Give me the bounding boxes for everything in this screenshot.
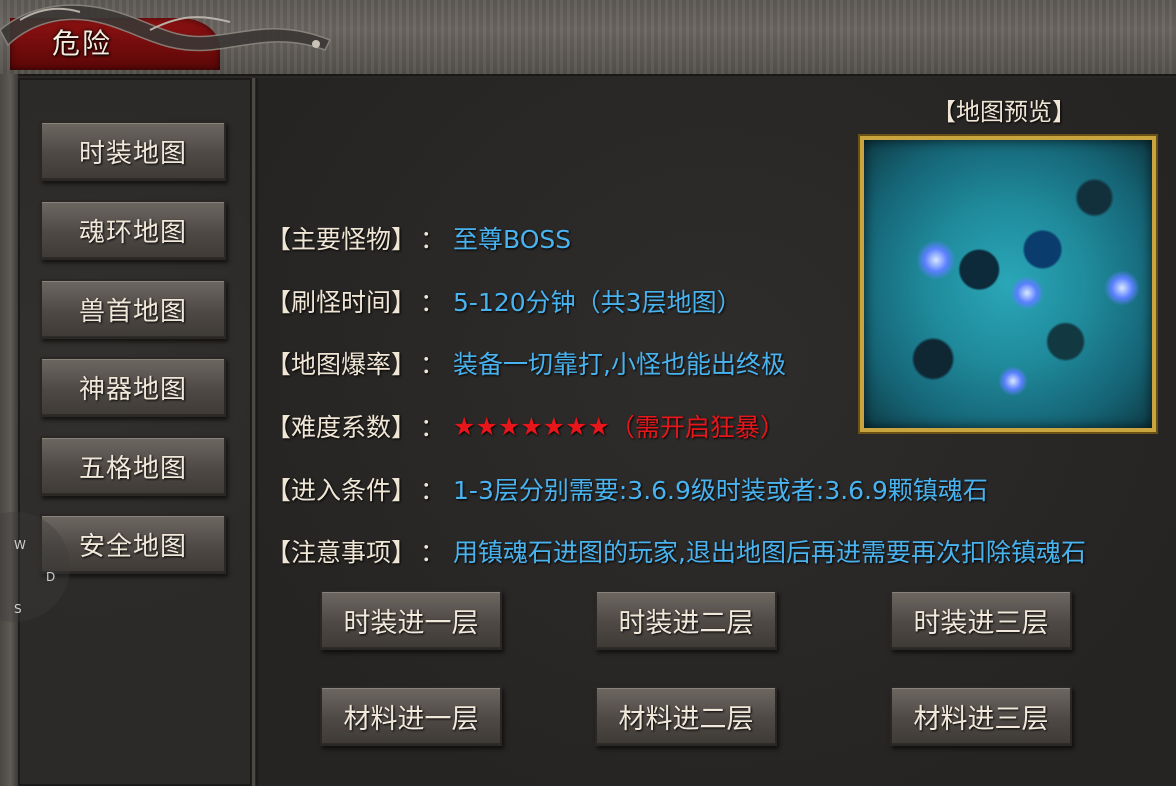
entry-label: 【进入条件】 xyxy=(266,476,417,505)
separator: ： xyxy=(420,288,446,317)
portal-glow-icon xyxy=(1104,270,1140,306)
portal-glow-icon xyxy=(1010,276,1044,310)
difficulty-note: （需开启狂暴） xyxy=(609,413,785,442)
notice-label: 【注意事项】 xyxy=(266,538,417,567)
refresh-label: 【刷怪时间】 xyxy=(266,288,417,317)
joystick-key-s[interactable]: S xyxy=(14,602,22,616)
fashion-enter-floor-3-button[interactable]: 时装进三层 xyxy=(890,590,1072,650)
separator: ： xyxy=(420,413,446,442)
portal-glow-icon xyxy=(998,366,1028,396)
material-enter-floor-3-button[interactable]: 材料进三层 xyxy=(890,686,1072,746)
material-enter-floor-2-button[interactable]: 材料进二层 xyxy=(595,686,777,746)
drop-label: 【地图爆率】 xyxy=(266,350,417,379)
difficulty-label: 【难度系数】 xyxy=(266,413,417,442)
separator: ： xyxy=(420,225,446,254)
title-tab xyxy=(10,18,220,70)
window-title: 危险 xyxy=(52,27,113,60)
fashion-enter-floor-2-button[interactable]: 时装进二层 xyxy=(595,590,777,650)
joystick-key-w[interactable]: W xyxy=(14,538,26,552)
separator: ： xyxy=(420,476,446,505)
info-row-difficulty: 【难度系数】 ： ★★★★★★★ （需开启狂暴） xyxy=(266,406,785,446)
sidebar-item-artifact-map[interactable]: 神器地图 xyxy=(40,357,226,417)
separator: ： xyxy=(420,350,446,379)
joystick-key-d[interactable]: D xyxy=(46,570,55,584)
portal-glow-icon xyxy=(916,240,956,280)
info-row-monster: 【主要怪物】 ： 至尊BOSS xyxy=(266,218,571,258)
material-enter-floor-1-button[interactable]: 材料进一层 xyxy=(320,686,502,746)
sidebar-item-fashion-map[interactable]: 时装地图 xyxy=(40,121,226,181)
monster-label: 【主要怪物】 xyxy=(266,225,417,254)
info-row-drop: 【地图爆率】 ： 装备一切靠打,小怪也能出终极 xyxy=(266,343,786,383)
difficulty-stars-icon: ★★★★★★★ xyxy=(453,411,610,441)
left-frame xyxy=(0,74,18,786)
fashion-enter-floor-1-button[interactable]: 时装进一层 xyxy=(320,590,502,650)
sidebar-item-soul-ring-map[interactable]: 魂环地图 xyxy=(40,200,226,260)
drop-value: 装备一切靠打,小怪也能出终极 xyxy=(453,350,786,379)
sidebar xyxy=(18,78,255,786)
entry-value: 1-3层分别需要:3.6.9级时装或者:3.6.9颗镇魂石 xyxy=(453,476,988,505)
map-preview-label: 【地图预览】 xyxy=(932,98,1076,126)
monster-value: 至尊BOSS xyxy=(453,225,572,254)
info-row-refresh: 【刷怪时间】 ： 5-120分钟（共3层地图） xyxy=(266,281,742,321)
info-row-entry: 【进入条件】 ： 1-3层分别需要:3.6.9级时装或者:3.6.9颗镇魂石 xyxy=(266,469,988,509)
separator: ： xyxy=(420,538,446,567)
refresh-value: 5-120分钟（共3层地图） xyxy=(453,288,742,317)
sidebar-item-five-grid-map[interactable]: 五格地图 xyxy=(40,436,226,496)
map-preview-image xyxy=(860,136,1156,432)
notice-value: 用镇魂石进图的玩家,退出地图后再进需要再次扣除镇魂石 xyxy=(453,538,1086,567)
info-row-notice: 【注意事项】 ： 用镇魂石进图的玩家,退出地图后再进需要再次扣除镇魂石 xyxy=(266,531,1176,571)
sidebar-item-beast-head-map[interactable]: 兽首地图 xyxy=(40,279,226,339)
